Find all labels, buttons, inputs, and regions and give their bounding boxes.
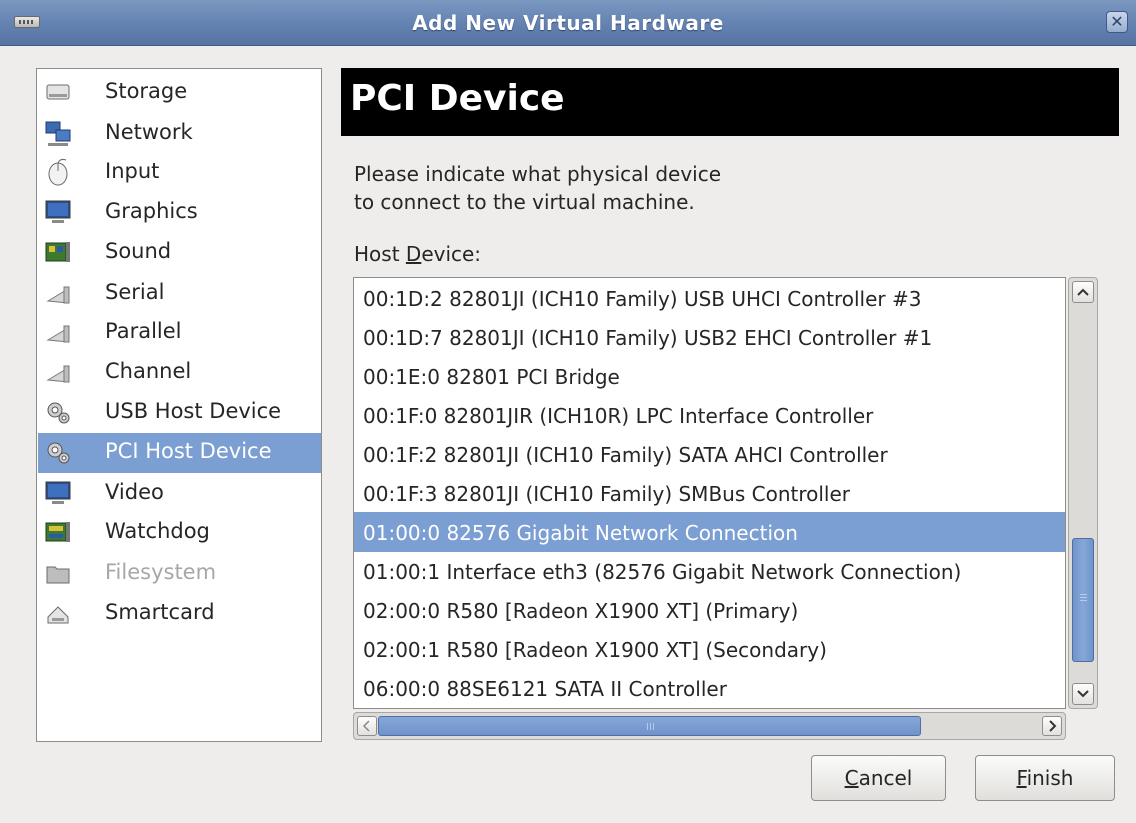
page-header: PCI Device [341, 68, 1119, 136]
finish-label: inish [1026, 766, 1074, 790]
sidebar-item-label: Graphics [105, 199, 198, 223]
sidebar-item-watchdog[interactable]: Watchdog [38, 513, 321, 553]
sidebar-item-filesystem: Filesystem [38, 554, 321, 594]
sound-card-icon [44, 238, 72, 266]
host-device-list[interactable]: 00:1D:2 82801JI (ICH10 Family) USB UHCI … [353, 277, 1066, 709]
chevron-left-icon [362, 720, 370, 732]
sidebar-item-label: Sound [105, 239, 172, 263]
device-row-label: 00:1F:3 82801JI (ICH10 Family) SMBus Con… [363, 482, 850, 506]
device-row[interactable]: 02:00:1 R580 [Radeon X1900 XT] (Secondar… [354, 629, 1065, 669]
grip-icon [1080, 594, 1087, 603]
device-row-label: 00:1D:2 82801JI (ICH10 Family) USB UHCI … [363, 287, 922, 311]
mouse-icon [44, 158, 72, 186]
device-row[interactable]: 02:00:0 R580 [Radeon X1900 XT] (Primary) [354, 590, 1065, 630]
horizontal-scrollbar[interactable] [353, 712, 1066, 740]
description-line-1: Please indicate what physical device [354, 162, 722, 186]
hardware-type-list: Storage Network Input Graphics Sound Serial Pa… [36, 68, 322, 742]
sidebar-item-serial[interactable]: Serial [38, 274, 321, 314]
video-monitor-icon [44, 479, 72, 507]
device-row[interactable]: 00:1D:2 82801JI (ICH10 Family) USB UHCI … [354, 278, 1065, 318]
close-button[interactable]: ✕ [1106, 11, 1128, 33]
sidebar-item-usb-host-device[interactable]: USB Host Device [38, 393, 321, 433]
storage-icon [44, 78, 72, 106]
device-row-label: 00:1F:2 82801JI (ICH10 Family) SATA AHCI… [363, 443, 888, 467]
cancel-mnemonic: C [844, 766, 859, 790]
host-device-label-pre: Host [354, 242, 406, 266]
host-device-label-mnemonic: D [405, 242, 422, 266]
sidebar-item-label: Storage [105, 79, 188, 103]
device-row-label: 01:00:1 Interface eth3 (82576 Gigabit Ne… [363, 560, 962, 584]
chevron-down-icon [1077, 690, 1089, 698]
device-row[interactable]: 00:1F:3 82801JI (ICH10 Family) SMBus Con… [354, 473, 1065, 513]
page-title: PCI Device [350, 78, 565, 119]
device-row-label: 02:00:1 R580 [Radeon X1900 XT] (Secondar… [363, 638, 827, 662]
horizontal-scroll-thumb[interactable] [378, 716, 921, 736]
host-device-label: Host Device: [354, 242, 481, 266]
folder-icon [44, 559, 72, 587]
sidebar-item-label: USB Host Device [105, 399, 282, 423]
sidebar-item-label: PCI Host Device [105, 439, 272, 463]
device-row-label: 00:1E:0 82801 PCI Bridge [363, 365, 620, 389]
device-row-label: 00:1F:0 82801JIR (ICH10R) LPC Interface … [363, 404, 874, 428]
sidebar-item-input[interactable]: Input [38, 153, 321, 193]
parallel-port-icon [44, 318, 72, 346]
device-row[interactable]: 01:00:0 82576 Gigabit Network Connection [354, 512, 1065, 552]
chevron-up-icon [1077, 288, 1089, 296]
device-row[interactable]: 01:00:1 Interface eth3 (82576 Gigabit Ne… [354, 551, 1065, 591]
sidebar-item-label: Network [105, 120, 193, 144]
pci-device-icon [44, 438, 72, 466]
channel-icon [44, 358, 72, 386]
sidebar-item-storage[interactable]: Storage [38, 73, 321, 113]
device-row[interactable]: 06:00:0 88SE6121 SATA II Controller [354, 668, 1065, 708]
sidebar-item-smartcard[interactable]: Smartcard [38, 594, 321, 634]
sidebar-item-label: Watchdog [105, 519, 210, 543]
sidebar-item-video[interactable]: Video [38, 474, 321, 514]
device-row-label: 06:00:0 88SE6121 SATA II Controller [363, 677, 727, 701]
cancel-label: ancel [858, 766, 913, 790]
network-icon [44, 119, 72, 147]
sidebar-item-graphics[interactable]: Graphics [38, 193, 321, 233]
usb-device-icon [44, 398, 72, 426]
grip-icon [647, 723, 656, 730]
device-row-label: 01:00:0 82576 Gigabit Network Connection [363, 521, 798, 545]
watchdog-card-icon [44, 518, 72, 546]
cancel-button[interactable]: Cancel [811, 755, 946, 801]
sidebar-item-label: Filesystem [105, 560, 217, 584]
chevron-right-icon [1049, 720, 1057, 732]
device-row-label: 02:00:0 R580 [Radeon X1900 XT] (Primary) [363, 599, 799, 623]
device-row[interactable]: 00:1F:0 82801JIR (ICH10R) LPC Interface … [354, 395, 1065, 435]
scroll-left-button[interactable] [357, 716, 377, 736]
sidebar-item-label: Serial [105, 280, 165, 304]
sidebar-item-sound[interactable]: Sound [38, 233, 321, 273]
finish-mnemonic: F [1016, 766, 1027, 790]
window-title: Add New Virtual Hardware [412, 11, 724, 35]
host-device-label-post: evice: [421, 242, 482, 266]
description-line-2: to connect to the virtual machine. [354, 190, 695, 214]
sidebar-item-label: Smartcard [105, 600, 215, 624]
sidebar-item-label: Parallel [105, 319, 182, 343]
finish-button[interactable]: Finish [975, 755, 1115, 801]
scroll-down-button[interactable] [1072, 683, 1094, 705]
sidebar-item-network[interactable]: Network [38, 114, 321, 154]
sidebar-item-label: Input [105, 159, 160, 183]
device-row-label: 00:1D:7 82801JI (ICH10 Family) USB2 EHCI… [363, 326, 933, 350]
monitor-icon [44, 198, 72, 226]
description: Please indicate what physical device to … [354, 160, 721, 216]
sidebar-item-label: Channel [105, 359, 192, 383]
sidebar-item-parallel[interactable]: Parallel [38, 313, 321, 353]
smartcard-reader-icon [44, 599, 72, 627]
serial-port-icon [44, 279, 72, 307]
device-row[interactable]: 00:1D:7 82801JI (ICH10 Family) USB2 EHCI… [354, 317, 1065, 357]
sidebar-item-label: Video [105, 480, 164, 504]
scroll-up-button[interactable] [1072, 281, 1094, 303]
vertical-scroll-thumb[interactable] [1072, 538, 1094, 662]
device-row[interactable]: 00:1F:2 82801JI (ICH10 Family) SATA AHCI… [354, 434, 1065, 474]
scroll-right-button[interactable] [1042, 716, 1062, 736]
sidebar-item-pci-host-device[interactable]: PCI Host Device [38, 433, 321, 473]
title-bar: Add New Virtual Hardware ✕ [0, 0, 1136, 46]
vertical-scrollbar[interactable] [1068, 277, 1098, 709]
sidebar-item-channel[interactable]: Channel [38, 353, 321, 393]
device-row[interactable]: 00:1E:0 82801 PCI Bridge [354, 356, 1065, 396]
